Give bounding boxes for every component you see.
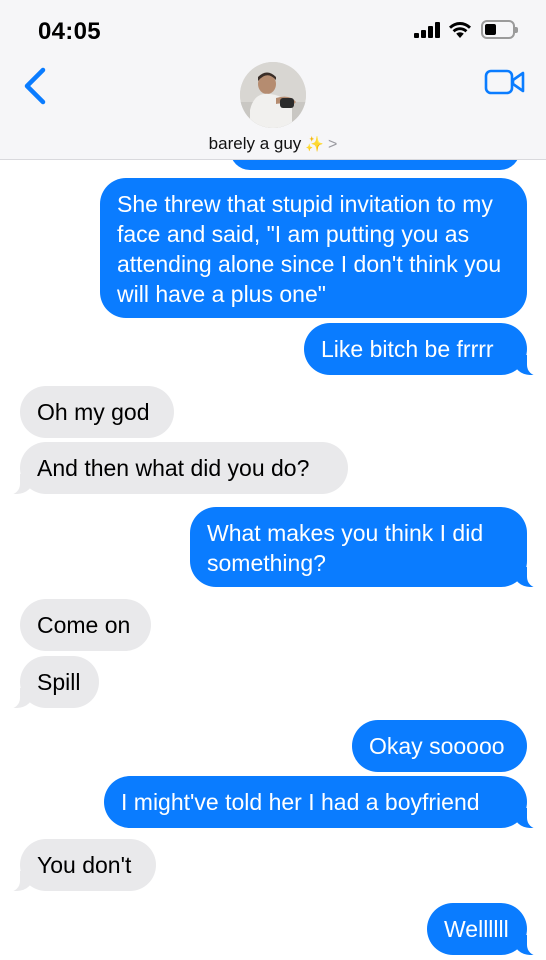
conversation-header: 04:05 barely a guy ✨ > <box>0 0 546 160</box>
message-bubble-sent[interactable]: Wellllll <box>427 903 545 956</box>
message-bubble-sent[interactable]: I might've told her I had a boyfriend <box>104 776 545 829</box>
chevron-right-icon: > <box>327 136 338 153</box>
message-text: And then what did you do? <box>37 455 310 481</box>
cellular-signal-icon <box>414 22 442 38</box>
wifi-icon <box>449 22 471 38</box>
message-bubble-sent[interactable]: What makes you think I did something? <box>190 507 545 588</box>
message-bubble-sent[interactable]: She threw that stupid invitation to my f… <box>100 178 527 318</box>
message-bubble-received[interactable]: Come on <box>20 599 151 651</box>
message-bubble-received[interactable]: Spill <box>2 656 99 709</box>
message-bubble-sent[interactable]: Okay sooooo <box>352 720 527 772</box>
contact-avatar[interactable] <box>240 62 306 128</box>
battery-icon <box>481 20 518 39</box>
message-text: You don't <box>37 852 132 878</box>
facetime-video-icon[interactable] <box>484 68 526 96</box>
back-chevron-icon[interactable] <box>20 66 50 106</box>
message-text: What makes you think I did something? <box>207 520 490 576</box>
message-text: She threw that stupid invitation to my f… <box>117 191 508 307</box>
contact-name: barely a guy <box>208 134 302 153</box>
sparkles-emoji: ✨ <box>305 136 324 153</box>
message-text: Okay sooooo <box>369 733 505 759</box>
message-bubble-sent[interactable]: Like bitch be frrrr <box>304 323 545 376</box>
message-text: Spill <box>37 669 81 695</box>
status-time: 04:05 <box>38 18 101 45</box>
message-bubble-received[interactable]: You don't <box>2 839 156 892</box>
messages-screen: She threw that stupid invitation to my f… <box>0 0 546 960</box>
message-text: I might've told her I had a boyfriend <box>121 789 480 815</box>
message-text: Come on <box>37 612 131 638</box>
message-bubble-received[interactable]: And then what did you do? <box>2 442 348 495</box>
message-text: Wellllll <box>444 916 509 942</box>
message-text: Oh my god <box>37 399 150 425</box>
message-bubble-received[interactable]: Oh my god <box>20 386 174 438</box>
contact-name-button[interactable]: barely a guy ✨ > <box>0 134 546 154</box>
message-text: Like bitch be frrrr <box>321 336 494 362</box>
